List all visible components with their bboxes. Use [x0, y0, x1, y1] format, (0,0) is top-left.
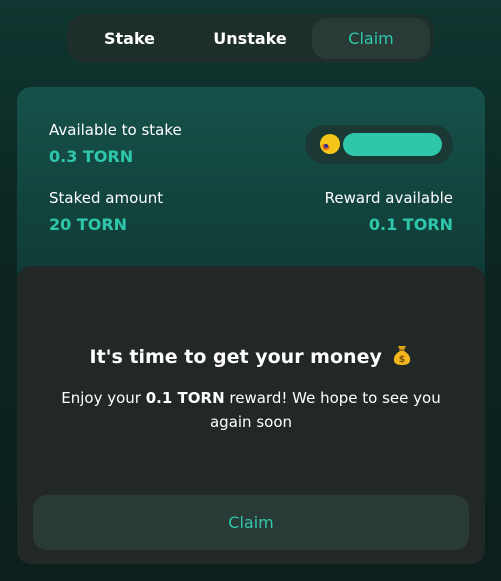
claim-message: Enjoy your 0.1 TORN reward! We hope to s… — [47, 386, 455, 434]
claim-button[interactable]: Claim — [33, 495, 469, 550]
available-to-stake-label: Available to stake — [49, 121, 182, 139]
svg-text:$: $ — [399, 355, 405, 365]
wallet-avatar-icon — [320, 134, 340, 154]
claim-message-amount: 0.1 TORN — [145, 389, 225, 407]
staked-amount-label: Staked amount — [49, 189, 164, 207]
tab-bar: Stake Unstake Claim — [67, 14, 434, 63]
claim-message-suffix: reward! We hope to see you again soon — [209, 389, 441, 431]
tab-claim[interactable]: Claim — [312, 18, 430, 59]
wallet-address-masked — [343, 133, 442, 156]
tab-unstake[interactable]: Unstake — [193, 18, 307, 59]
reward-available-value: 0.1 TORN — [368, 215, 453, 234]
staked-amount-value: 20 TORN — [49, 215, 128, 234]
wallet-address-pill[interactable] — [305, 125, 453, 164]
claim-title: It's time to get your money $ — [17, 344, 485, 368]
reward-available-label: Reward available — [324, 189, 453, 207]
available-to-stake-value: 0.3 TORN — [49, 147, 134, 166]
claim-panel: It's time to get your money $ Enjoy your… — [17, 266, 485, 564]
tab-stake[interactable]: Stake — [73, 18, 186, 59]
money-bag-icon: $ — [394, 346, 411, 365]
claim-title-text: It's time to get your money — [89, 346, 382, 368]
claim-message-prefix: Enjoy your — [61, 389, 146, 407]
stats-card: Available to stake 0.3 TORN Staked amoun… — [17, 87, 485, 287]
